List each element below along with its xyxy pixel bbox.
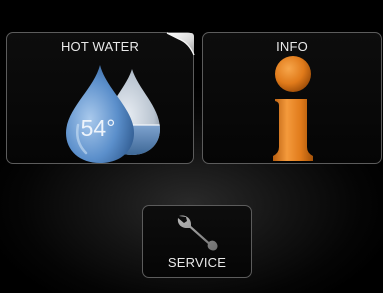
info-tile[interactable]: INFO — [202, 32, 382, 164]
page-curl-icon — [166, 32, 195, 56]
service-label: SERVICE — [167, 255, 227, 270]
hot-water-temperature: 54° — [80, 115, 116, 141]
service-tile[interactable]: SERVICE — [142, 205, 252, 278]
info-label: INFO — [276, 39, 308, 54]
hot-water-tile[interactable]: HOT WATER 54° — [6, 32, 195, 164]
wrench-icon — [177, 215, 218, 251]
display-screen: HOT WATER 54° INFO SERVICE — [0, 0, 383, 293]
info-icon — [273, 56, 313, 161]
water-drops-icon — [66, 65, 160, 163]
